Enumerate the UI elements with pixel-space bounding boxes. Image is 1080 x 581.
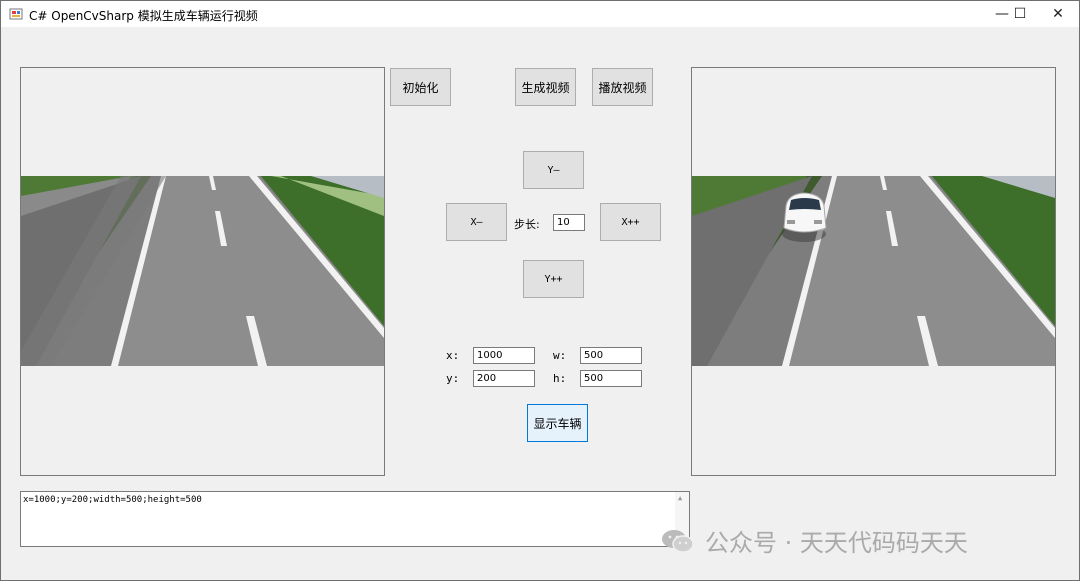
step-input[interactable]: 10 xyxy=(553,214,585,231)
h-label: h: xyxy=(553,372,567,385)
road-image xyxy=(21,176,384,366)
play-video-button[interactable]: 播放视频 xyxy=(592,68,653,106)
watermark-text: 公众号 · 天天代码码天天 xyxy=(705,529,968,557)
road-with-vehicle-image xyxy=(692,176,1055,366)
y-label: y: xyxy=(446,372,460,385)
main-window: C# OpenCvSharp 模拟生成车辆运行视频 — ☐ ✕ 初始化 生成视频… xyxy=(0,0,1080,581)
scroll-up-icon[interactable]: ▲ xyxy=(678,494,682,502)
y-plus-button[interactable]: Y++ xyxy=(523,260,584,298)
window-title: C# OpenCvSharp 模拟生成车辆运行视频 xyxy=(29,9,258,23)
show-vehicle-button[interactable]: 显示车辆 xyxy=(527,404,588,442)
app-icon xyxy=(9,8,23,20)
w-input[interactable]: 500 xyxy=(580,347,642,364)
init-button[interactable]: 初始化 xyxy=(390,68,451,106)
wechat-icon xyxy=(662,529,694,553)
x-label: x: xyxy=(446,349,460,362)
generate-video-button[interactable]: 生成视频 xyxy=(515,68,576,106)
h-input[interactable]: 500 xyxy=(580,370,642,387)
source-picture-box xyxy=(20,67,385,476)
step-label: 步长: xyxy=(514,218,540,231)
log-text: x=1000;y=200;width=500;height=500 xyxy=(23,495,202,505)
w-label: w: xyxy=(553,349,567,362)
x-plus-button[interactable]: X++ xyxy=(600,203,661,241)
result-picture-box xyxy=(691,67,1056,476)
log-textbox[interactable]: x=1000;y=200;width=500;height=500 ▲ ▼ xyxy=(20,491,690,547)
title-bar[interactable]: C# OpenCvSharp 模拟生成车辆运行视频 — ☐ ✕ xyxy=(1,1,1079,27)
vehicle xyxy=(782,192,827,242)
x-input[interactable]: 1000 xyxy=(473,347,535,364)
maximize-button[interactable]: ☐ xyxy=(1001,1,1039,27)
watermark: 公众号 · 天天代码码天天 xyxy=(661,523,968,558)
y-minus-button[interactable]: Y— xyxy=(523,151,584,189)
close-button[interactable]: ✕ xyxy=(1039,1,1077,27)
y-input[interactable]: 200 xyxy=(473,370,535,387)
x-minus-button[interactable]: X— xyxy=(446,203,507,241)
